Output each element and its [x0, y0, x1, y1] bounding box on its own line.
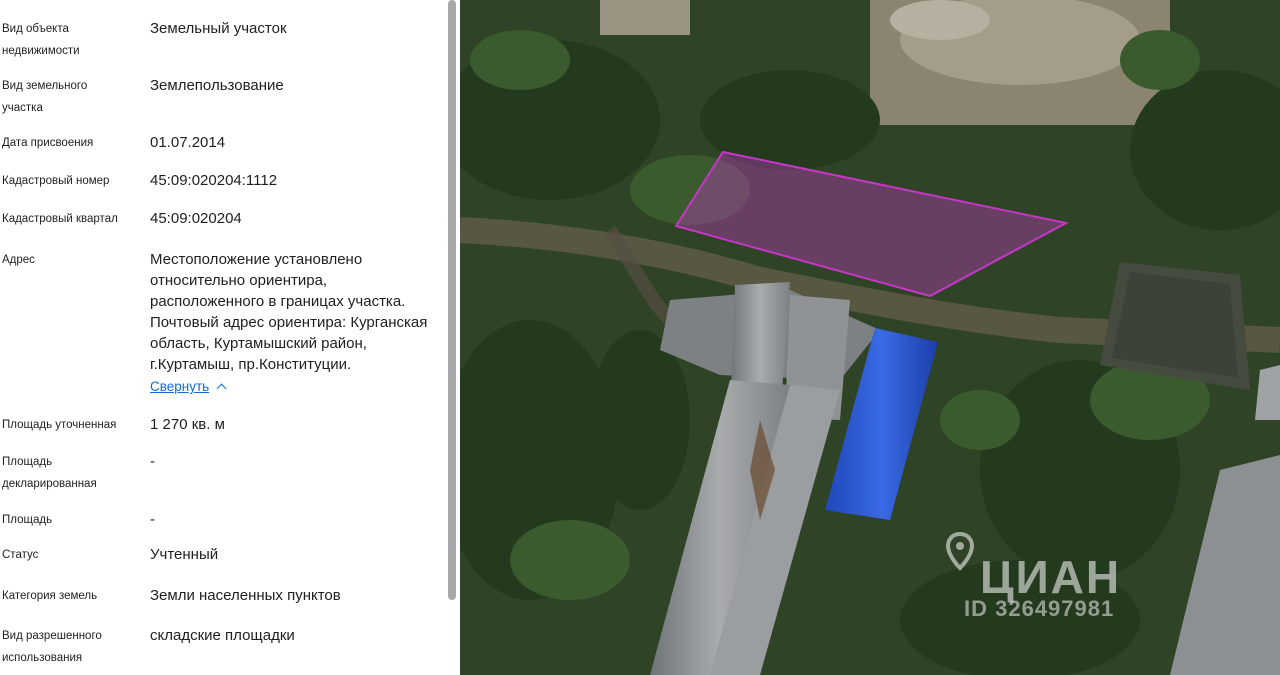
property-value: 45:09:020204:1112: [150, 172, 278, 189]
property-value: 1 270 кв. м: [150, 416, 225, 433]
satellite-imagery: [460, 0, 1280, 675]
property-label: Вид разрешенного использования: [2, 630, 102, 664]
property-label: Адрес: [2, 254, 35, 266]
property-value: 45:09:020204: [150, 210, 242, 227]
chevron-up-icon[interactable]: [216, 383, 227, 394]
property-value: -: [150, 453, 155, 470]
property-label: Категория земель: [2, 590, 98, 602]
property-label: Вид объекта недвижимости: [2, 23, 80, 57]
property-value: Землепользование: [150, 77, 284, 94]
collapse-address-link[interactable]: Свернуть: [150, 376, 209, 397]
property-value: Земельный участок: [150, 20, 287, 37]
scrollbar-thumb[interactable]: [448, 0, 456, 600]
property-value: 01.07.2014: [150, 134, 226, 151]
property-label: Площадь: [2, 514, 53, 526]
property-value: -: [150, 511, 155, 528]
property-label: Кадастровый квартал: [2, 213, 118, 225]
address-value: Местоположение установлено относительно …: [150, 249, 440, 397]
collapse-label: Свернуть: [150, 379, 210, 394]
panel-scrollbar[interactable]: [446, 0, 460, 675]
property-value: Учтенный: [150, 546, 219, 563]
property-value: Земли населенных пунктов: [150, 587, 341, 604]
property-label: Дата присвоения: [2, 137, 94, 149]
property-info-panel: Вид объекта недвижимости Земельный участ…: [0, 0, 446, 675]
property-label: Кадастровый номер: [2, 175, 110, 187]
property-value: складские площадки: [150, 627, 295, 644]
property-label: Площадь декларированная: [2, 456, 97, 490]
property-label: Статус: [2, 549, 39, 561]
property-label: Вид земельного участка: [2, 80, 88, 114]
address-text: Местоположение установлено относительно …: [150, 251, 428, 373]
satellite-map[interactable]: [460, 0, 1280, 675]
property-label: Площадь уточненная: [2, 419, 117, 431]
